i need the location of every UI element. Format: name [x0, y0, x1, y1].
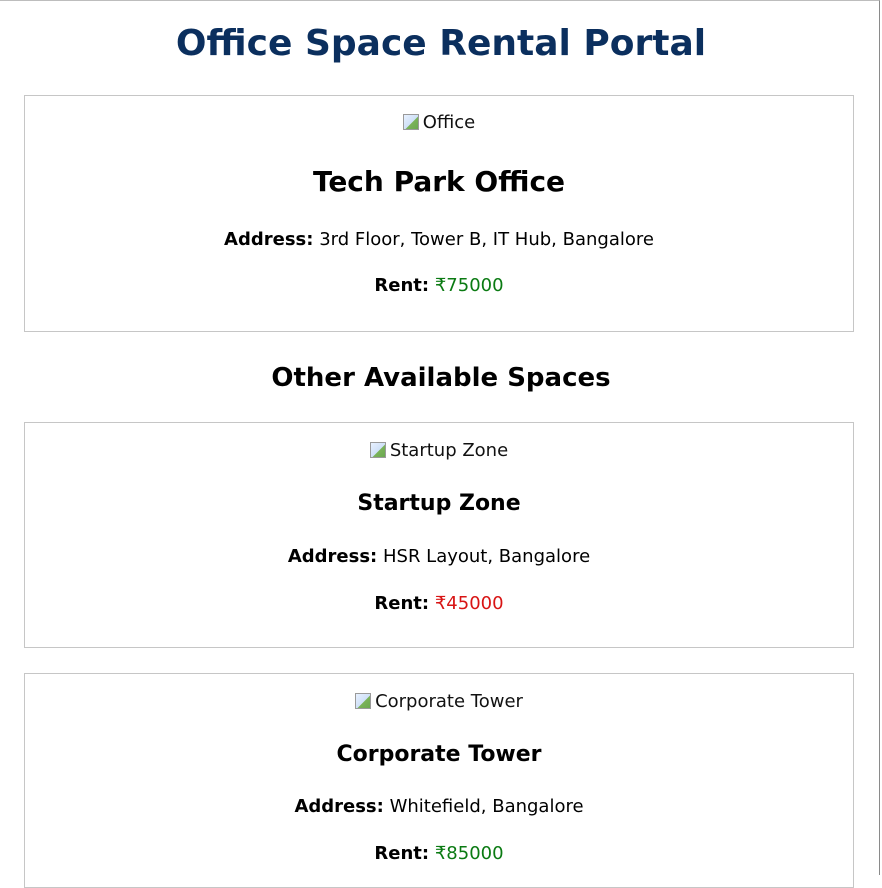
space-name: Startup Zone — [357, 491, 521, 516]
office-image-alt-text: Office — [422, 112, 476, 133]
address-label: Address: — [287, 546, 378, 567]
space-rent: Rent: ₹85000 — [25, 842, 853, 866]
space-card: Startup Zone Startup Zone Address: HSR L… — [24, 422, 854, 648]
address-label: Address: — [294, 796, 384, 817]
section-title: Other Available Spaces — [271, 363, 611, 393]
address-label: Address: — [224, 229, 314, 250]
featured-address: Address: 3rd Floor, Tower B, IT Hub, Ban… — [25, 228, 853, 252]
broken-image-icon — [402, 114, 419, 130]
space-image: Startup Zone — [25, 440, 853, 462]
space-address: Address: HSR Layout, Bangalore — [25, 545, 853, 569]
space-rent: Rent: ₹45000 — [25, 592, 853, 616]
address-value: HSR Layout, Bangalore — [382, 546, 591, 567]
office-image: Office — [25, 112, 853, 134]
space-card: Corporate Tower Corporate Tower Address:… — [24, 673, 854, 888]
featured-office-card: Office Tech Park Office Address: 3rd Flo… — [24, 95, 854, 332]
space-image-alt: Startup Zone — [369, 440, 509, 462]
space-image-alt-text: Startup Zone — [389, 440, 509, 461]
rent-value: ₹75000 — [434, 275, 504, 296]
featured-office-name: Tech Park Office — [312, 165, 566, 198]
address-value: 3rd Floor, Tower B, IT Hub, Bangalore — [319, 229, 654, 250]
rent-value: ₹45000 — [434, 593, 504, 614]
broken-image-icon — [369, 442, 386, 458]
page-title: Office Space Rental Portal — [175, 23, 707, 64]
rent-label: Rent: — [374, 275, 430, 296]
rent-value: ₹85000 — [434, 843, 504, 864]
rent-label: Rent: — [374, 843, 430, 864]
address-value: Whitefield, Bangalore — [389, 796, 584, 817]
space-image-alt-text: Corporate Tower — [375, 691, 523, 712]
space-address: Address: Whitefield, Bangalore — [25, 795, 853, 819]
office-image-alt: Office — [402, 112, 476, 134]
rent-label: Rent: — [374, 593, 430, 614]
space-name: Corporate Tower — [336, 742, 542, 767]
broken-image-icon — [355, 693, 372, 709]
featured-rent: Rent: ₹75000 — [25, 274, 853, 298]
space-image: Corporate Tower — [25, 691, 853, 713]
space-image-alt: Corporate Tower — [355, 691, 523, 713]
